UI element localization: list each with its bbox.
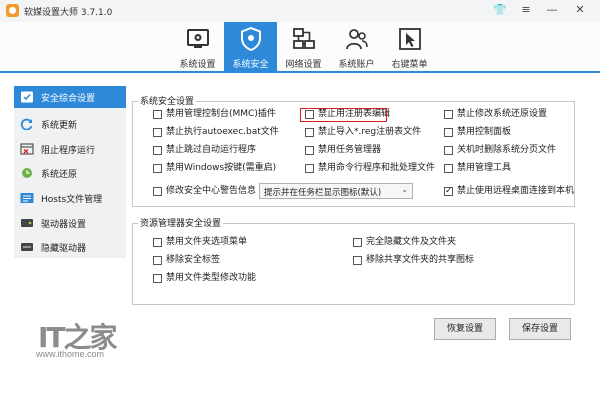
checkbox-label: 禁用管理工具 — [457, 163, 512, 173]
menu-button[interactable]: ≡ — [518, 3, 534, 17]
sidebar-item-hosts-manager[interactable]: Hosts文件管理 — [14, 187, 126, 209]
tab-network-settings[interactable]: 网络设置 — [277, 22, 330, 71]
checkbox-label: 关机时删除系统分页文件 — [457, 145, 557, 155]
group-title-system-security: 系统安全设置 — [138, 94, 197, 107]
sidebar-item-security-settings[interactable]: 安全综合设置 — [14, 86, 126, 108]
tab-label: 系统安全 — [232, 60, 269, 70]
sidebar-item-label: 驱动器设置 — [41, 220, 87, 230]
refresh-icon — [20, 118, 33, 130]
checkbox-box[interactable] — [353, 238, 362, 247]
tab-system-settings[interactable]: 系统设置 — [171, 22, 224, 71]
checkbox-label: 禁用管理控制台(MMC)插件 — [166, 109, 276, 119]
cursor-icon — [399, 28, 421, 50]
checkbox-box[interactable] — [153, 164, 162, 173]
tab-system-accounts[interactable]: 系统账户 — [330, 22, 383, 71]
sidebar-item-label: 系统还原 — [41, 170, 78, 180]
checkbox-box[interactable] — [153, 256, 162, 265]
checkbox-box[interactable] — [153, 146, 162, 155]
app-logo-icon — [6, 4, 19, 17]
minimize-button[interactable]: — — [544, 3, 560, 17]
network-icon — [293, 28, 315, 49]
checkbox-box[interactable] — [444, 146, 453, 155]
title-bar: 软媒设置大师 3.7.1.0 👕 ≡ — ✕ — [0, 0, 600, 22]
checkbox-label: 禁用任务管理器 — [318, 145, 382, 155]
checkbox-box[interactable] — [153, 238, 162, 247]
checkbox-label: 禁用文件类型修改功能 — [166, 273, 257, 283]
checkbox-label: 修改安全中心警告信息 — [166, 186, 257, 196]
checkbox-label: 移除安全标签 — [166, 255, 221, 265]
save-settings-button[interactable]: 保存设置 — [509, 318, 571, 340]
sidebar-item-label: 系统更新 — [41, 121, 78, 131]
checkbox-box[interactable] — [444, 185, 453, 197]
sidebar-item-block-programs[interactable]: 阻止程序运行 — [14, 138, 126, 160]
sidebar-item-label: 阻止程序运行 — [41, 146, 96, 156]
checkbox-box[interactable] — [444, 110, 453, 119]
checkbox-label: 禁用Windows按键(需重启) — [166, 163, 277, 173]
main-toolbar: 系统设置 系统安全 网络设置 系统账户 右键菜单 — [0, 22, 600, 73]
checkbox-box[interactable] — [305, 128, 314, 137]
checkbox-box[interactable] — [444, 128, 453, 137]
checkbox-label: 禁用命令行程序和批处理文件 — [318, 163, 436, 173]
sidebar-item-label: 隐藏驱动器 — [41, 244, 87, 254]
checkbox-label: 禁止修改系统还原设置 — [457, 109, 548, 119]
sidebar-item-hide-drives[interactable]: 隐藏驱动器 — [14, 236, 126, 258]
tab-label: 系统账户 — [338, 60, 375, 70]
checkbox-label: 禁止跳过自动运行程序 — [166, 145, 257, 155]
security-center-warning-select[interactable]: 提示并在任务栏显示图标(默认) ⌄ — [259, 183, 413, 199]
sidebar-item-label: 安全综合设置 — [41, 94, 96, 104]
tab-context-menu[interactable]: 右键菜单 — [383, 22, 436, 71]
skin-button[interactable]: 👕 — [492, 3, 508, 17]
checkbox-label: 禁止执行autoexec.bat文件 — [166, 127, 279, 137]
window-title: 软媒设置大师 3.7.1.0 — [24, 8, 113, 18]
users-icon — [346, 29, 368, 50]
shield-check-icon — [21, 91, 33, 103]
checkbox-label: 禁用控制面板 — [457, 127, 512, 137]
tab-label: 右键菜单 — [391, 60, 428, 70]
sidebar-item-label: Hosts文件管理 — [41, 195, 103, 205]
group-title-explorer-security: 资源管理器安全设置 — [138, 216, 224, 229]
drive-icon — [21, 219, 33, 227]
checkbox-label: 禁止使用远程桌面连接到本机 — [457, 186, 575, 196]
hidden-drive-icon — [21, 243, 33, 251]
system-settings-icon — [187, 29, 209, 48]
highlight-annotation — [300, 108, 387, 122]
shield-icon — [241, 27, 261, 51]
sidebar-item-drive-settings[interactable]: 驱动器设置 — [14, 212, 126, 234]
close-button[interactable]: ✕ — [572, 3, 588, 17]
checkbox-box[interactable] — [153, 128, 162, 137]
sidebar-item-system-restore[interactable]: 系统还原 — [14, 162, 126, 184]
checkbox-box[interactable] — [153, 274, 162, 283]
restore-settings-button[interactable]: 恢复设置 — [434, 318, 496, 340]
checkbox-box[interactable] — [305, 164, 314, 173]
sidebar: 安全综合设置 系统更新 阻止程序运行 系统还原 Hosts文件管理 驱动器设置 … — [14, 86, 126, 258]
checkbox-label: 禁止导入*.reg注册表文件 — [318, 127, 422, 137]
tab-label: 系统设置 — [179, 60, 216, 70]
block-icon — [20, 143, 34, 155]
tab-label: 网络设置 — [285, 60, 322, 70]
checkbox-label: 禁用文件夹选项菜单 — [166, 237, 248, 247]
tab-system-security[interactable]: 系统安全 — [224, 22, 277, 71]
checkbox-box[interactable] — [353, 256, 362, 265]
select-value: 提示并在任务栏显示图标(默认) — [264, 188, 382, 198]
restore-icon — [22, 168, 32, 178]
hosts-icon — [20, 193, 34, 203]
checkbox-label: 移除共享文件夹的共享图标 — [366, 255, 475, 265]
checkbox-box[interactable] — [153, 187, 162, 196]
checkbox-label: 完全隐藏文件及文件夹 — [366, 237, 457, 247]
checkbox-box[interactable] — [153, 110, 162, 119]
watermark-url: www.ithome.com — [36, 349, 105, 359]
sidebar-item-system-update[interactable]: 系统更新 — [14, 113, 126, 135]
checkbox-box[interactable] — [305, 146, 314, 155]
checkbox-box[interactable] — [444, 164, 453, 173]
chevron-down-icon: ⌄ — [401, 185, 408, 194]
